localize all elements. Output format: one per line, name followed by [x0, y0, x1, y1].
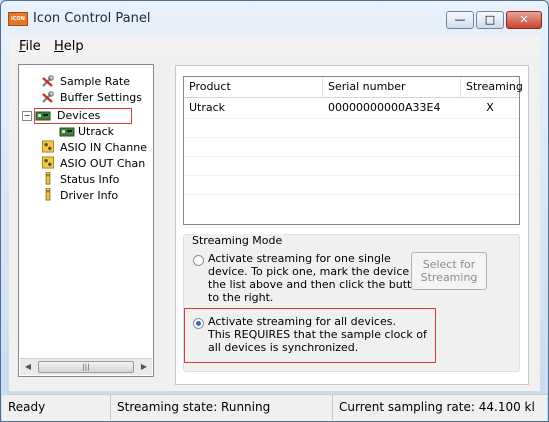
status-sampling-rate: Current sampling rate: 44.100 kl [339, 400, 535, 414]
button-line: Select for [422, 258, 476, 271]
option-line: Activate streaming for all devices. [208, 315, 396, 328]
info-icon [45, 172, 51, 185]
tree-item-label: Status Info [60, 173, 120, 186]
device-table[interactable]: Product Serial number Streaming Utrack 0… [183, 76, 523, 225]
minimize-button[interactable]: — [446, 11, 474, 29]
select-for-streaming-button[interactable]: Select for Streaming [411, 252, 487, 290]
option-all-devices-text: Activate streaming for all devices. This… [208, 315, 427, 354]
radio-single-device[interactable] [193, 255, 204, 266]
tree-item-label: Utrack [78, 125, 115, 138]
status-bar: Ready Streaming state: Running Current s… [2, 394, 547, 421]
table-header: Product Serial number Streaming [184, 77, 523, 98]
app-window: ICON Icon Control Panel — □ ✕ File Help … [0, 0, 549, 422]
row-divider [184, 175, 519, 176]
row-divider [184, 194, 519, 195]
menu-bar: File Help [9, 35, 540, 57]
settings-tree[interactable]: Sample Rate Buffer Settings − Devices Ut… [18, 64, 154, 377]
radio-all-devices[interactable] [193, 318, 204, 329]
option-line: Activate streaming for one single [208, 252, 391, 265]
row-divider [184, 156, 519, 157]
channel-icon [41, 140, 55, 153]
option-line: to the right. [208, 291, 274, 304]
status-ready: Ready [2, 395, 111, 420]
main-content: Sample Rate Buffer Settings − Devices Ut… [9, 57, 540, 391]
row-divider [184, 137, 519, 138]
scroll-left-icon[interactable]: ◀ [21, 360, 35, 374]
title-bar[interactable]: ICON Icon Control Panel — □ ✕ [1, 1, 548, 33]
maximize-icon: □ [484, 13, 496, 26]
tree-horizontal-scrollbar[interactable]: ◀ ||| ▶ [20, 358, 152, 375]
column-header-product[interactable]: Product [184, 77, 323, 97]
menu-help[interactable]: Help [54, 39, 84, 54]
maximize-button[interactable]: □ [476, 11, 504, 29]
devices-highlight-box [34, 108, 132, 124]
option-line: the list above and then click the button [208, 278, 426, 291]
option-line: device. To pick one, mark the device in [208, 265, 423, 278]
window-title: Icon Control Panel [33, 11, 151, 26]
tree-item-label: ASIO IN Channe [60, 141, 147, 154]
tree-item-label: Sample Rate [60, 75, 130, 88]
channel-icon [41, 156, 55, 169]
option-line: all devices is synchronized. [208, 341, 359, 354]
device-board-icon [59, 127, 75, 137]
column-header-serial[interactable]: Serial number [323, 77, 461, 97]
column-header-streaming[interactable]: Streaming [461, 77, 523, 97]
tools-icon [42, 91, 54, 103]
app-logo-icon: ICON [8, 12, 28, 26]
menu-file[interactable]: File [19, 39, 41, 54]
button-line: Streaming [420, 271, 478, 284]
tree-item-label: Driver Info [60, 189, 119, 202]
row-divider [184, 118, 519, 119]
status-streaming-state: Streaming state: Running [111, 395, 333, 420]
close-icon: ✕ [519, 13, 529, 26]
streaming-mode-group: Streaming Mode Activate streaming for on… [183, 234, 520, 372]
tree-item-label: Buffer Settings [60, 91, 143, 104]
option-single-device-text: Activate streaming for one single device… [208, 252, 425, 304]
cell-product: Utrack [189, 101, 226, 114]
minimize-icon: — [454, 13, 466, 26]
device-panel: Product Serial number Streaming Utrack 0… [175, 65, 529, 385]
option-line: This REQUIRES that the sample clock of [208, 328, 427, 341]
tree-item-label: ASIO OUT Chan [60, 157, 146, 170]
scroll-thumb[interactable]: ||| [38, 361, 134, 373]
tools-icon [42, 75, 54, 87]
cell-serial: 00000000000A33E4 [328, 101, 441, 114]
cell-streaming: X [486, 101, 494, 114]
collapse-icon[interactable]: − [22, 111, 32, 121]
scroll-right-icon[interactable]: ▶ [137, 360, 151, 374]
info-icon [45, 188, 51, 201]
close-button[interactable]: ✕ [506, 11, 542, 29]
streaming-mode-title: Streaming Mode [190, 234, 285, 247]
